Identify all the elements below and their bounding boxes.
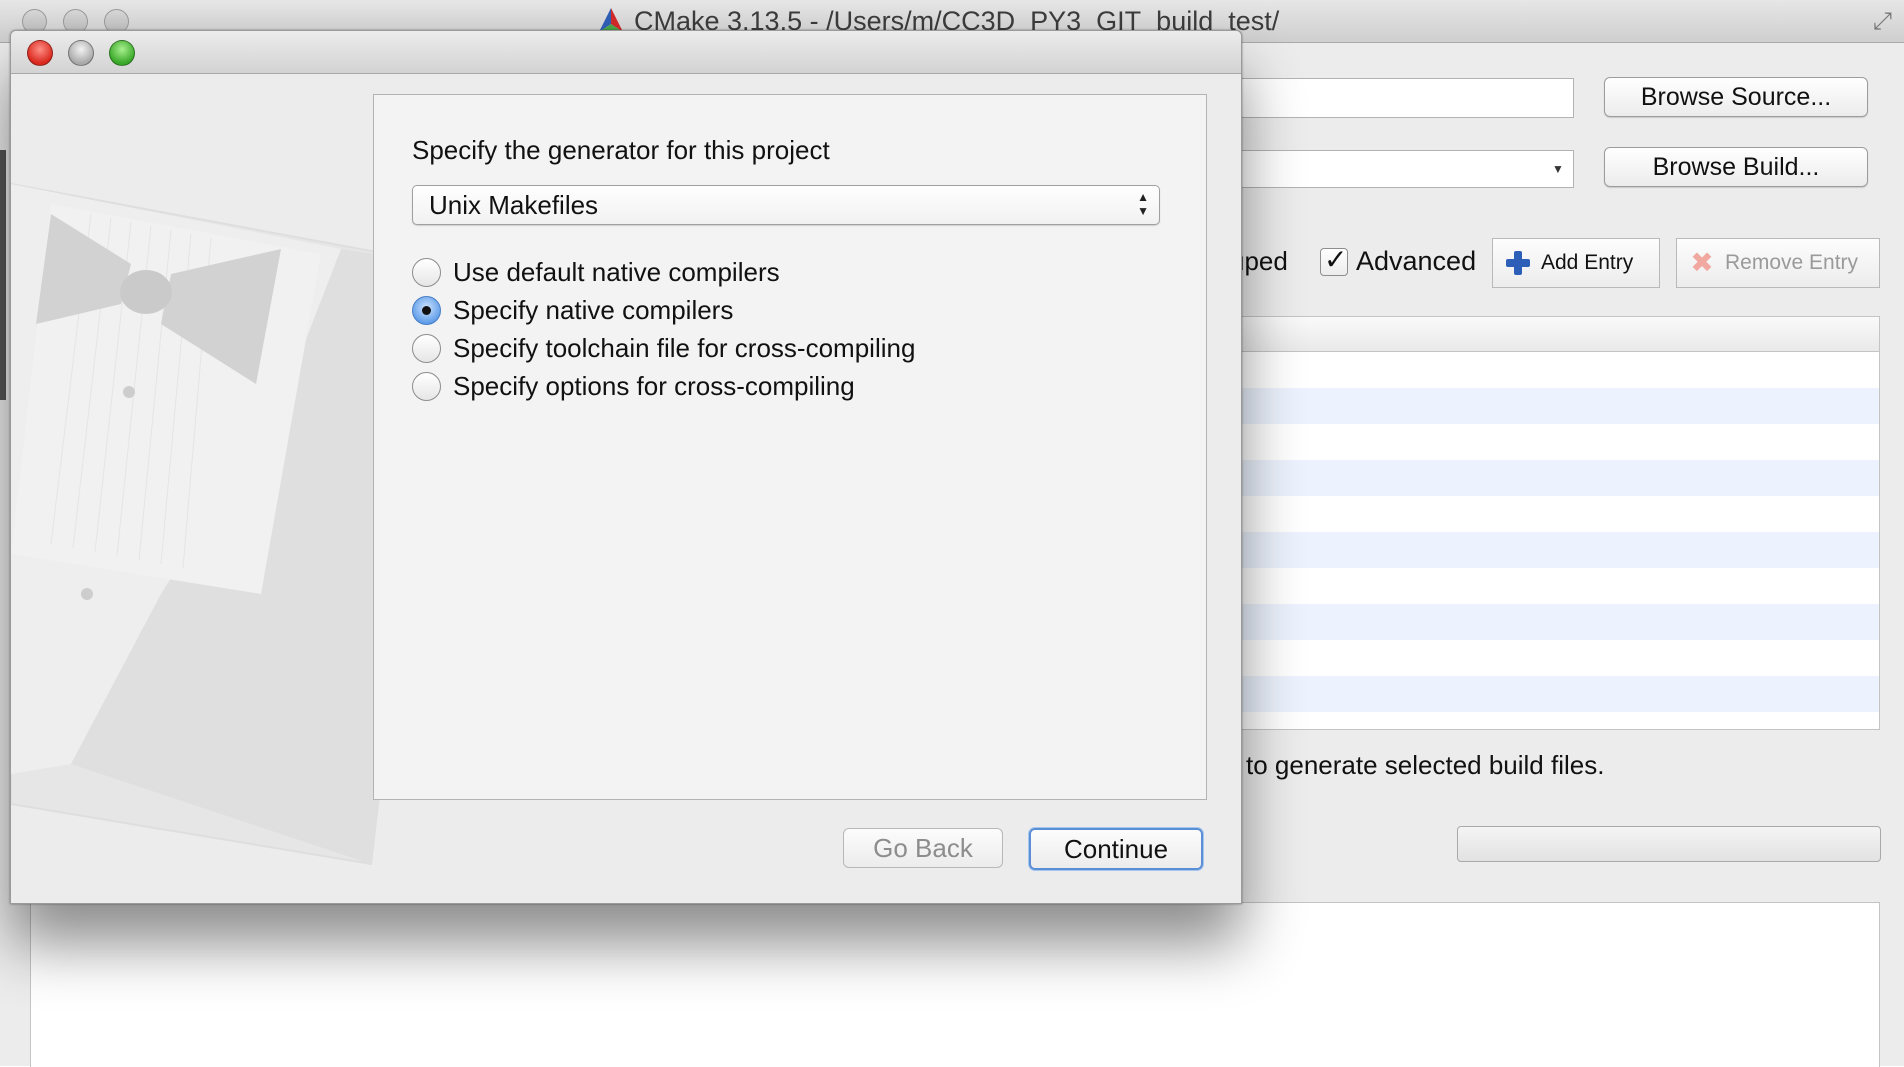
radio-button-selected[interactable] [412, 295, 441, 325]
generator-select-value: Unix Makefiles [429, 190, 599, 220]
generator-setup-dialog: Specify the generator for this project U… [10, 30, 1242, 904]
advanced-label[interactable]: Advanced [1356, 246, 1476, 277]
progress-bar [1457, 826, 1881, 862]
remove-x-icon: ✖ [1690, 247, 1714, 278]
table-row[interactable] [1231, 568, 1879, 604]
remove-entry-button[interactable]: ✖ Remove Entry [1676, 238, 1880, 288]
cache-entries-table[interactable] [1230, 316, 1880, 730]
table-row[interactable] [1231, 352, 1879, 388]
table-row[interactable] [1231, 388, 1879, 424]
source-path-input[interactable] [1230, 78, 1574, 118]
radio-label[interactable]: Specify native compilers [453, 295, 733, 326]
radio-specify-native-compilers[interactable]: Specify native compilers [412, 293, 733, 327]
checkmark-icon: ✓ [1324, 244, 1348, 275]
table-row[interactable] [1231, 496, 1879, 532]
radio-button[interactable] [412, 371, 441, 401]
radio-label[interactable]: Specify options for cross-compiling [453, 371, 855, 402]
browse-build-button[interactable]: Browse Build... [1604, 147, 1868, 187]
go-back-button[interactable]: Go Back [843, 828, 1003, 868]
table-header[interactable] [1231, 317, 1879, 352]
radio-cross-compiling-options[interactable]: Specify options for cross-compiling [412, 369, 855, 403]
dialog-window-controls [27, 40, 135, 66]
plus-icon [1505, 250, 1531, 276]
radio-label[interactable]: Use default native compilers [453, 257, 780, 288]
chevron-down-icon[interactable]: ▼ [1547, 159, 1569, 179]
table-row[interactable] [1231, 460, 1879, 496]
remove-entry-label: Remove Entry [1725, 251, 1859, 274]
background-window-edge [0, 150, 6, 400]
add-entry-button[interactable]: Add Entry [1492, 238, 1660, 288]
table-row[interactable] [1231, 424, 1879, 460]
browse-source-button[interactable]: Browse Source... [1604, 77, 1868, 117]
dialog-minimize-button[interactable] [68, 40, 94, 66]
dialog-zoom-button[interactable] [109, 40, 135, 66]
table-row[interactable] [1231, 676, 1879, 712]
radio-button[interactable] [412, 333, 441, 363]
output-log[interactable] [30, 902, 1880, 1067]
radio-label[interactable]: Specify toolchain file for cross-compili… [453, 333, 915, 364]
radio-button[interactable] [412, 257, 441, 287]
table-row[interactable] [1231, 640, 1879, 676]
radio-default-native-compilers[interactable]: Use default native compilers [412, 255, 780, 289]
advanced-checkbox[interactable]: ✓ [1320, 244, 1348, 276]
continue-button[interactable]: Continue [1029, 828, 1203, 870]
table-row[interactable] [1231, 604, 1879, 640]
status-text: to generate selected build files. [1246, 750, 1605, 780]
table-row[interactable] [1231, 532, 1879, 568]
dialog-titlebar [11, 31, 1241, 74]
generator-options-panel: Specify the generator for this project U… [373, 94, 1207, 800]
build-path-combobox[interactable]: ▼ [1230, 150, 1574, 188]
generator-prompt-label: Specify the generator for this project [412, 135, 830, 165]
dialog-close-button[interactable] [27, 40, 53, 66]
fullscreen-icon[interactable]: ⤢ [1873, 8, 1892, 36]
radio-toolchain-file[interactable]: Specify toolchain file for cross-compili… [412, 331, 915, 365]
add-entry-label: Add Entry [1541, 251, 1634, 274]
up-down-arrows-icon: ▲ ▼ [1137, 190, 1149, 218]
generator-select[interactable]: Unix Makefiles ▲ ▼ [412, 185, 1160, 225]
